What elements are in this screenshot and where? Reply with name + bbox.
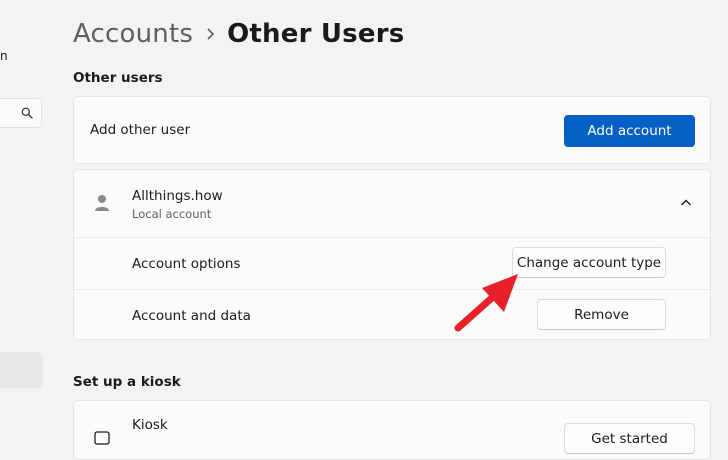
page-title: Other Users <box>227 19 405 49</box>
add-other-user-card: Add other user Add account <box>73 96 711 164</box>
section-title-other-users: Other users <box>73 70 163 86</box>
user-card: Allthings.how Local account Account opti… <box>73 169 711 340</box>
section-title-kiosk: Set up a kiosk <box>73 374 181 390</box>
sidebar-user-text: n <box>0 49 8 63</box>
kiosk-label: Kiosk <box>132 417 168 433</box>
person-icon <box>95 195 109 211</box>
user-name: Allthings.how <box>132 188 223 204</box>
add-account-button[interactable]: Add account <box>564 115 695 147</box>
get-started-button[interactable]: Get started <box>564 423 695 454</box>
chevron-right-icon <box>193 14 227 54</box>
breadcrumb: Accounts Other Users <box>73 14 404 54</box>
search-input[interactable] <box>0 98 42 128</box>
user-expander-header[interactable]: Allthings.how Local account <box>74 170 710 237</box>
sidebar-item-accounts[interactable] <box>0 352 43 388</box>
search-icon <box>21 107 33 119</box>
change-account-type-button[interactable]: Change account type <box>512 247 666 278</box>
account-and-data-label: Account and data <box>132 308 251 324</box>
chevron-up-icon[interactable] <box>680 198 692 207</box>
kiosk-icon <box>94 431 110 445</box>
sidebar: n <box>0 0 56 438</box>
annotation-arrow-icon <box>454 274 518 332</box>
account-and-data-row: Account and data Remove <box>74 290 710 340</box>
user-account-type: Local account <box>132 207 212 221</box>
remove-button[interactable]: Remove <box>537 299 666 330</box>
account-options-row: Account options Change account type <box>74 238 710 289</box>
kiosk-card: Kiosk Get started <box>73 400 711 460</box>
account-options-label: Account options <box>132 256 241 272</box>
add-other-user-label: Add other user <box>90 122 191 138</box>
breadcrumb-accounts-link[interactable]: Accounts <box>73 19 193 49</box>
